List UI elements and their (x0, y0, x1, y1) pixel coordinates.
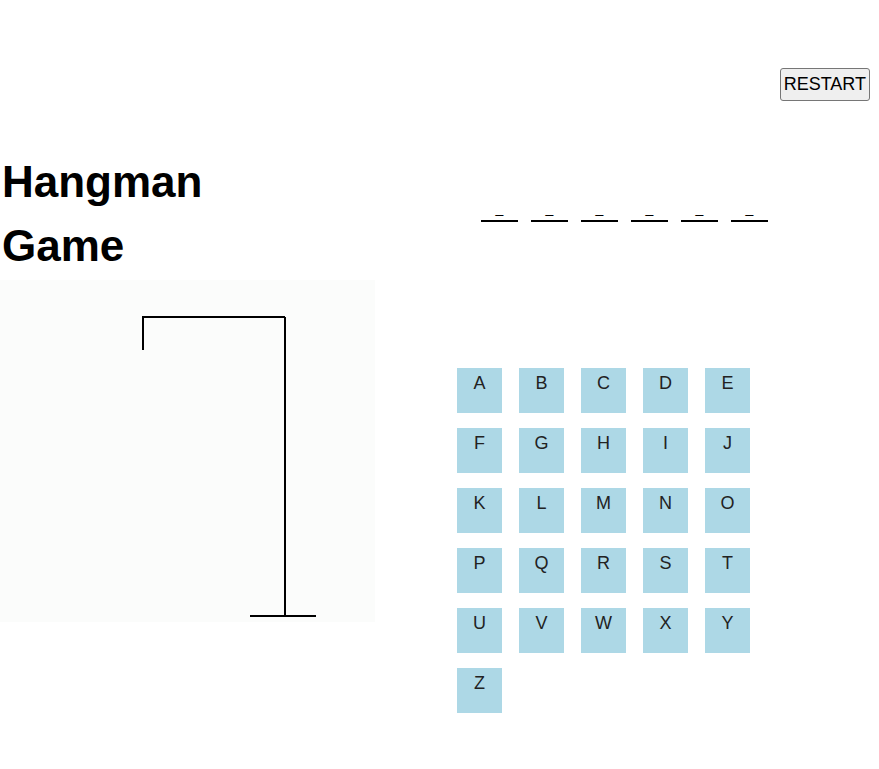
letter-button[interactable]: D (643, 368, 688, 413)
letter-button[interactable]: Z (457, 668, 502, 713)
letter-button[interactable]: Y (705, 608, 750, 653)
letter-blank: _ (731, 198, 768, 222)
letter-button[interactable]: K (457, 488, 502, 533)
letter-button[interactable]: V (519, 608, 564, 653)
letter-button[interactable]: Q (519, 548, 564, 593)
gallows-drawing (0, 280, 375, 622)
letter-button[interactable]: E (705, 368, 750, 413)
letter-button[interactable]: W (581, 608, 626, 653)
letter-button[interactable]: G (519, 428, 564, 473)
letter-button[interactable]: U (457, 608, 502, 653)
main-area: Hangman Game _ _ _ _ _ _ ABCDE FGHIJ KLMNO PQRST UV… (0, 150, 879, 713)
letter-button[interactable]: A (457, 368, 502, 413)
letter-button[interactable]: B (519, 368, 564, 413)
letter-blank: _ (631, 198, 668, 222)
letter-button[interactable]: L (519, 488, 564, 533)
letter-button[interactable]: T (705, 548, 750, 593)
word-blanks: _ _ _ _ _ _ (457, 198, 768, 222)
letter-button[interactable]: S (643, 548, 688, 593)
letter-button[interactable]: O (705, 488, 750, 533)
letter-button[interactable]: I (643, 428, 688, 473)
letter-grid: ABCDE FGHIJ KLMNO PQRST UVWXY Z (457, 368, 768, 713)
letter-button[interactable]: J (705, 428, 750, 473)
letter-blank: _ (581, 198, 618, 222)
header: RESTART (0, 0, 879, 150)
letter-blank: _ (681, 198, 718, 222)
letter-button[interactable]: N (643, 488, 688, 533)
letter-blank: _ (481, 198, 518, 222)
right-column: _ _ _ _ _ _ ABCDE FGHIJ KLMNO PQRST UVWXY Z (457, 150, 768, 713)
letter-button[interactable]: H (581, 428, 626, 473)
left-column: Hangman Game (0, 150, 375, 713)
gallows-canvas (0, 280, 375, 622)
letter-button[interactable]: P (457, 548, 502, 593)
letter-button[interactable]: F (457, 428, 502, 473)
restart-button[interactable]: RESTART (780, 68, 870, 101)
letter-button[interactable]: R (581, 548, 626, 593)
letter-button[interactable]: C (581, 368, 626, 413)
letter-blank: _ (531, 198, 568, 222)
game-title: Hangman Game (0, 150, 250, 280)
letter-button[interactable]: X (643, 608, 688, 653)
hangman-page: RESTART Hangman Game _ _ _ _ _ _ ABCDE FGHIJ KLMNO… (0, 0, 879, 769)
letter-button[interactable]: M (581, 488, 626, 533)
